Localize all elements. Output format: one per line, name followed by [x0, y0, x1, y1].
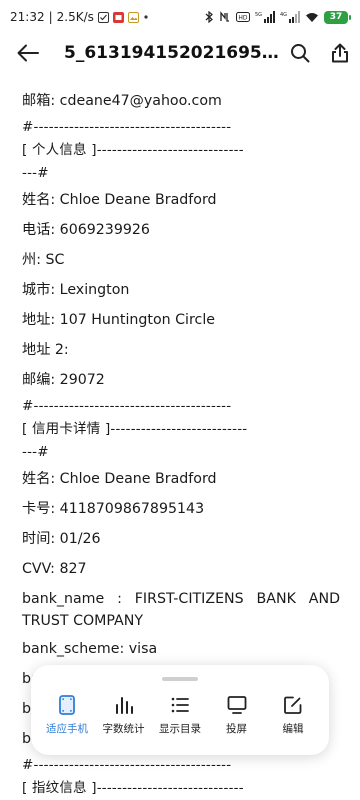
svg-text:HD: HD — [238, 15, 248, 22]
fit-phone-label: 适应手机 — [46, 723, 88, 735]
zip-line: 邮编: 29072 — [22, 372, 105, 388]
city-line: 城市: Lexington — [22, 282, 130, 298]
search-button[interactable] — [280, 34, 320, 72]
status-divider: | — [48, 10, 53, 24]
svg-text:4G: 4G — [280, 12, 287, 18]
section-heading-personal-info: [ 个人信息 ]----------------------------- — [22, 142, 244, 158]
section-heading-fingerprint: [ 指纹信息 ]----------------------------- — [22, 780, 244, 796]
section-heading-continuation: ---# — [22, 444, 49, 460]
section-heading-continuation: ---# — [22, 165, 49, 181]
cast-screen-icon — [227, 696, 246, 714]
notification-check-icon — [97, 11, 109, 23]
card-number-line: 卡号: 4118709867895143 — [22, 501, 205, 517]
bluetooth-icon — [205, 11, 214, 23]
section-heading-credit-card: [ 信用卡详情 ]--------------------------- — [22, 421, 248, 437]
fit-phone-button[interactable]: 适应手机 — [39, 695, 95, 736]
nfc-icon — [219, 11, 231, 23]
more-notifications-dot-icon — [143, 14, 149, 20]
notification-image-icon — [127, 11, 139, 23]
fit-phone-icon — [59, 695, 75, 715]
status-bar: 21:32 | 2.5K/s HD 5G 4G 37 — [0, 0, 360, 34]
address2-line: 地址 2: — [22, 342, 69, 358]
edit-button[interactable]: 编辑 — [265, 695, 321, 736]
wifi-icon — [305, 12, 319, 23]
floating-toolbar: 适应手机 字数统计 显示目录 投屏 编辑 — [31, 665, 329, 755]
name-line: 姓名: Chloe Deane Bradford — [22, 192, 217, 208]
word-count-icon — [115, 697, 133, 714]
back-arrow-icon — [17, 44, 39, 62]
card-expiry-line: 时间: 01/26 — [22, 531, 101, 547]
cvv-line: CVV: 827 — [22, 561, 87, 577]
cast-screen-button[interactable]: 投屏 — [209, 695, 265, 736]
status-time: 21:32 — [10, 10, 45, 24]
edit-icon — [284, 696, 302, 714]
toc-icon — [171, 697, 189, 713]
bank-scheme-line: bank_scheme: visa — [22, 641, 158, 657]
search-icon — [291, 44, 310, 63]
separator-line: #--------------------------------------- — [22, 119, 232, 135]
network-speed: 2.5K/s — [56, 10, 94, 24]
share-icon — [332, 43, 348, 63]
state-line: 州: SC — [22, 252, 65, 268]
show-toc-label: 显示目录 — [159, 723, 201, 735]
signal-4g-icon: 4G — [280, 11, 300, 23]
signal-5g-icon: 5G — [255, 11, 275, 23]
edit-label: 编辑 — [282, 723, 304, 735]
bank-name-line: bank_name : FIRST-CITIZENS BANK AND TRUS… — [22, 591, 340, 629]
cast-screen-label: 投屏 — [226, 723, 247, 735]
back-button[interactable] — [0, 34, 56, 72]
address-line: 地址: 107 Huntington Circle — [22, 312, 215, 328]
svg-text:5G: 5G — [255, 12, 262, 18]
show-toc-button[interactable]: 显示目录 — [152, 695, 208, 736]
word-count-label: 字数统计 — [102, 723, 145, 735]
separator-line: #--------------------------------------- — [22, 757, 232, 773]
battery-indicator: 37 — [324, 10, 351, 24]
separator-line: #--------------------------------------- — [22, 398, 232, 414]
drag-handle[interactable] — [162, 677, 198, 681]
notification-app-icon — [112, 11, 124, 23]
email-line: 邮箱: cdeane47@yahoo.com — [22, 93, 222, 109]
phone-line: 电话: 6069239926 — [22, 222, 150, 238]
word-count-button[interactable]: 字数统计 — [96, 695, 152, 736]
document-title: 5_613194152021695... — [64, 43, 280, 63]
app-header: 5_613194152021695... — [0, 34, 360, 72]
share-button[interactable] — [320, 34, 360, 72]
hd-call-icon: HD — [236, 12, 250, 22]
card-holder-line: 姓名: Chloe Deane Bradford — [22, 471, 217, 487]
